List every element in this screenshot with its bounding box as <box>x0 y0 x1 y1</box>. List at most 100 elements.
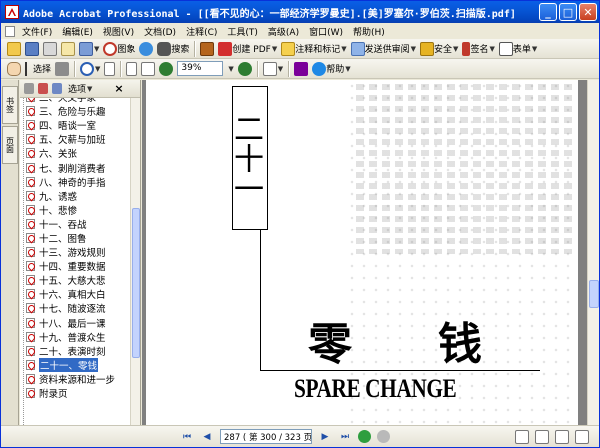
security-button[interactable]: 安全 ▼ <box>418 40 460 58</box>
bookmark-item[interactable]: 十四、重要数据 <box>20 259 130 273</box>
bookmark-item[interactable]: 十二、图鲁 <box>20 231 130 245</box>
snapshot-button[interactable] <box>53 60 71 78</box>
document-icon[interactable] <box>5 25 15 37</box>
next-view-icon[interactable] <box>377 430 390 443</box>
chevron-down-icon: ▼ <box>95 64 101 73</box>
expand-bookmark-icon[interactable] <box>52 83 62 94</box>
bookmark-item[interactable]: 四、晤谈一室 <box>20 118 130 132</box>
menu-document[interactable]: 文档(D) <box>139 25 181 38</box>
minimize-button[interactable]: _ <box>539 3 557 21</box>
tab-pages[interactable]: 页面 <box>2 126 18 164</box>
acrobat-window: Adobe Acrobat Professional - [[看不见的心：一部经… <box>0 0 600 448</box>
attach-button[interactable]: ▼ <box>77 40 101 58</box>
bookmark-item[interactable]: 三、危险与乐趣 <box>20 104 130 118</box>
bookmark-label: 三、危险与乐趣 <box>39 107 106 119</box>
zoom-dropdown[interactable]: ▼ <box>225 60 235 78</box>
previous-page-button[interactable]: ◀ <box>200 430 214 444</box>
comment-markup-button[interactable]: 注释和标记 ▼ <box>279 40 348 58</box>
bookmark-item[interactable]: 十八、最后一课 <box>20 316 130 330</box>
search-button[interactable]: 搜索 <box>155 40 191 58</box>
menu-window[interactable]: 窗口(W) <box>304 25 348 38</box>
options-label[interactable]: 选项 <box>68 82 86 95</box>
fit-page-button[interactable] <box>124 60 139 78</box>
hand-tool-button[interactable] <box>5 60 23 78</box>
continuous-facing-icon[interactable] <box>575 429 589 444</box>
print-button[interactable] <box>41 40 59 58</box>
title-bar[interactable]: Adobe Acrobat Professional - [[看不见的心：一部经… <box>1 1 599 23</box>
bookmark-label: 八、神奇的手指 <box>39 177 106 189</box>
close-button[interactable]: ✕ <box>579 3 597 21</box>
new-bookmark-icon[interactable] <box>38 83 48 94</box>
zoom-tool-button[interactable]: ▼ <box>78 60 102 78</box>
menu-help[interactable]: 帮助(H) <box>348 25 390 38</box>
menu-view[interactable]: 视图(V) <box>98 25 139 38</box>
bookmark-item[interactable]: 十六、真相大白 <box>20 287 130 301</box>
actual-size-button[interactable] <box>102 60 117 78</box>
bookmark-item[interactable]: 七、剥削消费者 <box>20 160 130 175</box>
document-scrollbar[interactable] <box>587 80 599 425</box>
last-page-button[interactable]: ⏭ <box>338 430 352 444</box>
fit-width-button[interactable] <box>139 60 157 78</box>
continuous-page-icon[interactable] <box>535 429 549 444</box>
chevron-down-icon: ▼ <box>277 64 284 73</box>
bookmark-list: 二、天文学家 三、危险与乐趣 四、晤谈一室 五、欠薪与加班 六、关张 七、剥削消费者 八、神… <box>20 98 130 425</box>
menu-tools[interactable]: 工具(T) <box>222 25 263 38</box>
zoom-out-button[interactable] <box>157 60 175 78</box>
single-page-icon[interactable] <box>515 429 529 444</box>
facing-page-icon[interactable] <box>555 429 569 444</box>
camera-icon <box>55 61 70 76</box>
bookmark-item[interactable]: 八、神奇的手指 <box>20 175 130 189</box>
bookmark-item[interactable]: 十三、游戏规则 <box>20 245 130 259</box>
pdf-page[interactable]: 二十一 零钱 SPARE CHANGE <box>146 80 578 425</box>
document-view[interactable]: 二十一 零钱 SPARE CHANGE <box>142 80 587 425</box>
bookmark-label: 五、欠薪与加班 <box>39 135 106 147</box>
find-button[interactable]: 图象 <box>101 40 137 58</box>
bookmark-item[interactable]: 十一、吞战 <box>20 217 130 231</box>
globe-button[interactable] <box>137 40 155 58</box>
bookmark-item[interactable]: 九、诱惑 <box>20 189 130 203</box>
organizer-button[interactable] <box>198 40 216 58</box>
scrollbar-thumb[interactable] <box>589 280 599 308</box>
bookmark-item[interactable]: 十五、大慈大悲 <box>20 273 130 287</box>
bookmark-item[interactable]: 十七、随波逐流 <box>20 301 130 315</box>
open-button[interactable] <box>5 40 23 58</box>
chevron-down-icon[interactable]: ▼ <box>87 85 92 93</box>
bookmark-icon <box>26 106 35 117</box>
bookmark-scrollbar[interactable] <box>130 98 140 425</box>
zoom-input[interactable]: 39% <box>177 61 224 76</box>
delete-bookmark-icon[interactable] <box>24 83 34 94</box>
menu-advanced[interactable]: 高级(A) <box>263 25 304 38</box>
send-review-button[interactable]: 发送供审阅 ▼ <box>349 40 418 58</box>
zoom-in-button[interactable] <box>236 60 254 78</box>
scrollbar-thumb[interactable] <box>132 208 140 358</box>
page-number-field[interactable]: 287 ( 第 300 / 323 页 ) <box>220 429 312 444</box>
restore-button[interactable]: □ <box>559 3 577 21</box>
save-button[interactable] <box>23 40 41 58</box>
sign-button[interactable]: 签名 ▼ <box>460 40 496 58</box>
forms-button[interactable]: 表单 ▼ <box>497 40 539 58</box>
search-label: 搜索 <box>171 45 190 55</box>
bookmark-item[interactable]: 附录页 <box>20 386 130 400</box>
menu-edit[interactable]: 编辑(E) <box>57 25 98 38</box>
menu-file[interactable]: 文件(F) <box>17 25 57 38</box>
bookmark-item[interactable]: 十九、普渡众生 <box>20 330 130 344</box>
acrobat-app-icon[interactable] <box>5 5 19 19</box>
create-pdf-button[interactable]: 创建 PDF ▼ <box>216 40 279 58</box>
bookmark-item[interactable]: 资料来源和进一步 <box>20 372 130 386</box>
previous-view-icon[interactable] <box>358 430 371 443</box>
close-panel-button[interactable]: × <box>114 82 123 95</box>
email-button[interactable] <box>59 40 77 58</box>
tab-bookmarks[interactable]: 书签 <box>2 86 18 124</box>
yahoo-button[interactable] <box>292 60 310 78</box>
select-tool-button[interactable]: 选择 <box>23 60 53 78</box>
bookmark-item[interactable]: 五、欠薪与加班 <box>20 132 130 146</box>
bookmark-item[interactable]: 二十一、零钱 <box>20 357 130 372</box>
next-page-button[interactable]: ▶ <box>318 430 332 444</box>
rotate-button[interactable]: ▼ <box>261 60 285 78</box>
bookmark-item[interactable]: 二十、表演时刻 <box>20 344 130 358</box>
menu-comments[interactable]: 注释(C) <box>181 25 222 38</box>
bookmark-item[interactable]: 六、关张 <box>20 146 130 160</box>
first-page-button[interactable]: ⏮ <box>180 430 194 444</box>
bookmark-item[interactable]: 十、悲惨 <box>20 203 130 217</box>
help-button[interactable]: 帮助 ▼ <box>310 60 352 78</box>
